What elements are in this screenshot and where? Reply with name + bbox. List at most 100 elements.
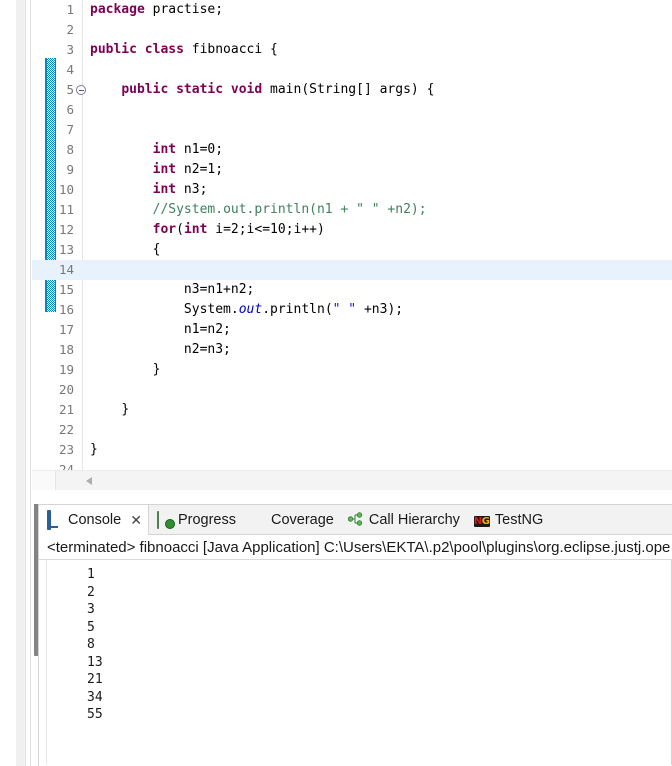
token-pln: i=2;i<=10;i++) [207, 222, 325, 237]
editor-horizontal-scrollbar[interactable] [32, 470, 672, 490]
code-line[interactable]: 1 package practise; [32, 0, 672, 20]
token-pln: ( [176, 222, 184, 237]
line-number: 7 [66, 122, 74, 137]
tab-call-hierarchy[interactable]: Call Hierarchy [340, 505, 466, 535]
code-line-list[interactable]: 1 package practise; 2 3 public class fibnoac… [32, 0, 672, 480]
code-line[interactable]: 14 [32, 260, 672, 280]
token-pln: +n3); [356, 302, 404, 317]
console-output-line: 3 [87, 602, 95, 617]
console-output-line: 55 [87, 707, 103, 722]
line-number: 1 [66, 2, 74, 17]
line-number: 21 [58, 402, 74, 417]
code-text: } [90, 440, 98, 460]
console-gutter [39, 560, 47, 765]
code-line[interactable]: 22 [32, 420, 672, 440]
console-output-line: 1 [87, 567, 95, 582]
window-left-edge [26, 0, 31, 766]
tab-progress[interactable]: Progress [149, 505, 242, 535]
code-line[interactable]: 9 int n2=1; [32, 160, 672, 180]
token-kw: int [152, 182, 177, 197]
tab-label: Call Hierarchy [368, 511, 460, 528]
line-number: 14 [58, 262, 74, 277]
code-text: } [90, 400, 129, 420]
console-body[interactable]: 1 2 3 5 8 13 21 34 55 [39, 560, 672, 765]
console-output-line: 21 [87, 672, 103, 687]
code-line[interactable]: 16 System.out.println(" " +n3); [32, 300, 672, 320]
editor-console-sash[interactable] [32, 490, 672, 504]
tab-console[interactable]: Console ✕ [39, 504, 149, 535]
console-output-line: 34 [87, 689, 103, 705]
code-line[interactable]: 23} [32, 440, 672, 460]
console-output-line: 5 [87, 619, 95, 635]
outer-scrollbar-track[interactable] [16, 0, 41, 766]
editor-viewport[interactable]: 1 package practise; 2 3 public class fibnoac… [32, 0, 672, 490]
view-tab-bar[interactable]: Console ✕ Progress Coverage Call Hierarchy NG… [39, 504, 672, 535]
tab-label: Coverage [270, 511, 334, 528]
token-pln: { [152, 242, 161, 257]
call-hierarchy-icon [347, 511, 364, 528]
scrollbar-left-pad [32, 471, 56, 490]
token-kw: int [152, 162, 177, 177]
code-line[interactable]: 7 [32, 120, 672, 140]
token-fld: out [238, 302, 263, 317]
code-text: n1=n2; [90, 320, 231, 340]
code-line[interactable]: 5 public static void main(String[] args)… [32, 80, 672, 100]
token-kw: public class [90, 42, 184, 57]
code-line[interactable]: 8 int n1=0; [32, 140, 672, 160]
tab-testng[interactable]: NG TestNG [466, 505, 549, 535]
token-pln: n2=n3; [183, 342, 231, 357]
console-output-line: 2 [87, 584, 95, 600]
line-number: 15 [58, 282, 74, 297]
code-text: int n3; [90, 180, 208, 200]
code-text: System.out.println(" " +n3); [90, 300, 403, 320]
line-number: 8 [66, 142, 74, 157]
code-line[interactable]: 3 public class fibnoacci { [32, 40, 672, 60]
code-text: public class fibnoacci { [90, 40, 278, 60]
java-editor[interactable]: 1 package practise; 2 3 public class fibnoac… [32, 0, 672, 490]
line-number: 9 [66, 162, 74, 177]
token-pln: n3; [176, 182, 208, 197]
code-text: package practise; [90, 0, 223, 20]
code-line[interactable]: 4 [32, 60, 672, 80]
code-line[interactable]: 17 n1=n2; [32, 320, 672, 340]
line-number: 5 [66, 82, 74, 97]
coverage-icon [250, 512, 266, 528]
code-line[interactable]: 12 for(int i=2;i<=10;i++) [32, 220, 672, 240]
code-text: for(int i=2;i<=10;i++) [90, 220, 325, 240]
code-text: } [90, 360, 161, 380]
token-kw: package [90, 2, 145, 17]
code-line[interactable]: 6 [32, 100, 672, 120]
line-number: 3 [66, 42, 74, 57]
code-text: int n2=1; [90, 160, 223, 180]
token-pln: } [152, 362, 161, 377]
tab-coverage[interactable]: Coverage [242, 505, 340, 535]
tab-label: TestNG [494, 511, 544, 528]
bottom-view-stack: Console ✕ Progress Coverage Call Hierarchy NG… [38, 504, 672, 766]
line-number: 22 [58, 422, 74, 437]
code-line[interactable]: 21 } [32, 400, 672, 420]
code-line[interactable]: 13 { [32, 240, 672, 260]
tab-close-icon[interactable]: ✕ [130, 513, 142, 527]
line-number: 17 [58, 322, 74, 337]
line-number: 18 [58, 342, 74, 357]
code-line[interactable]: 19 } [32, 360, 672, 380]
testng-icon: NG [473, 515, 490, 527]
code-line[interactable]: 20 [32, 380, 672, 400]
token-kw: int [152, 142, 177, 157]
line-number: 10 [58, 182, 74, 197]
console-output[interactable]: 1 2 3 5 8 13 21 34 55 [47, 560, 672, 765]
eclipse-ide-window: 1 package practise; 2 3 public class fibnoac… [0, 0, 672, 766]
token-pln: practise; [144, 2, 224, 17]
console-terminated-status: <terminated> fibnoacci [Java Application… [39, 535, 672, 560]
code-line[interactable]: 15 n3=n1+n2; [32, 280, 672, 300]
code-line[interactable]: 18 n2=n3; [32, 340, 672, 360]
token-pln: main(String[] args) { [262, 82, 435, 97]
code-line[interactable]: 2 [32, 20, 672, 40]
console-output-line: 13 [87, 654, 103, 670]
scroll-left-arrow-icon[interactable] [86, 477, 92, 485]
code-line[interactable]: 10 int n3; [32, 180, 672, 200]
fold-collapse-icon[interactable] [76, 85, 86, 95]
code-text: n2=n3; [90, 340, 231, 360]
code-line[interactable]: 11 //System.out.println(n1 + " " +n2); [32, 200, 672, 220]
token-kw: public static void [121, 82, 263, 97]
